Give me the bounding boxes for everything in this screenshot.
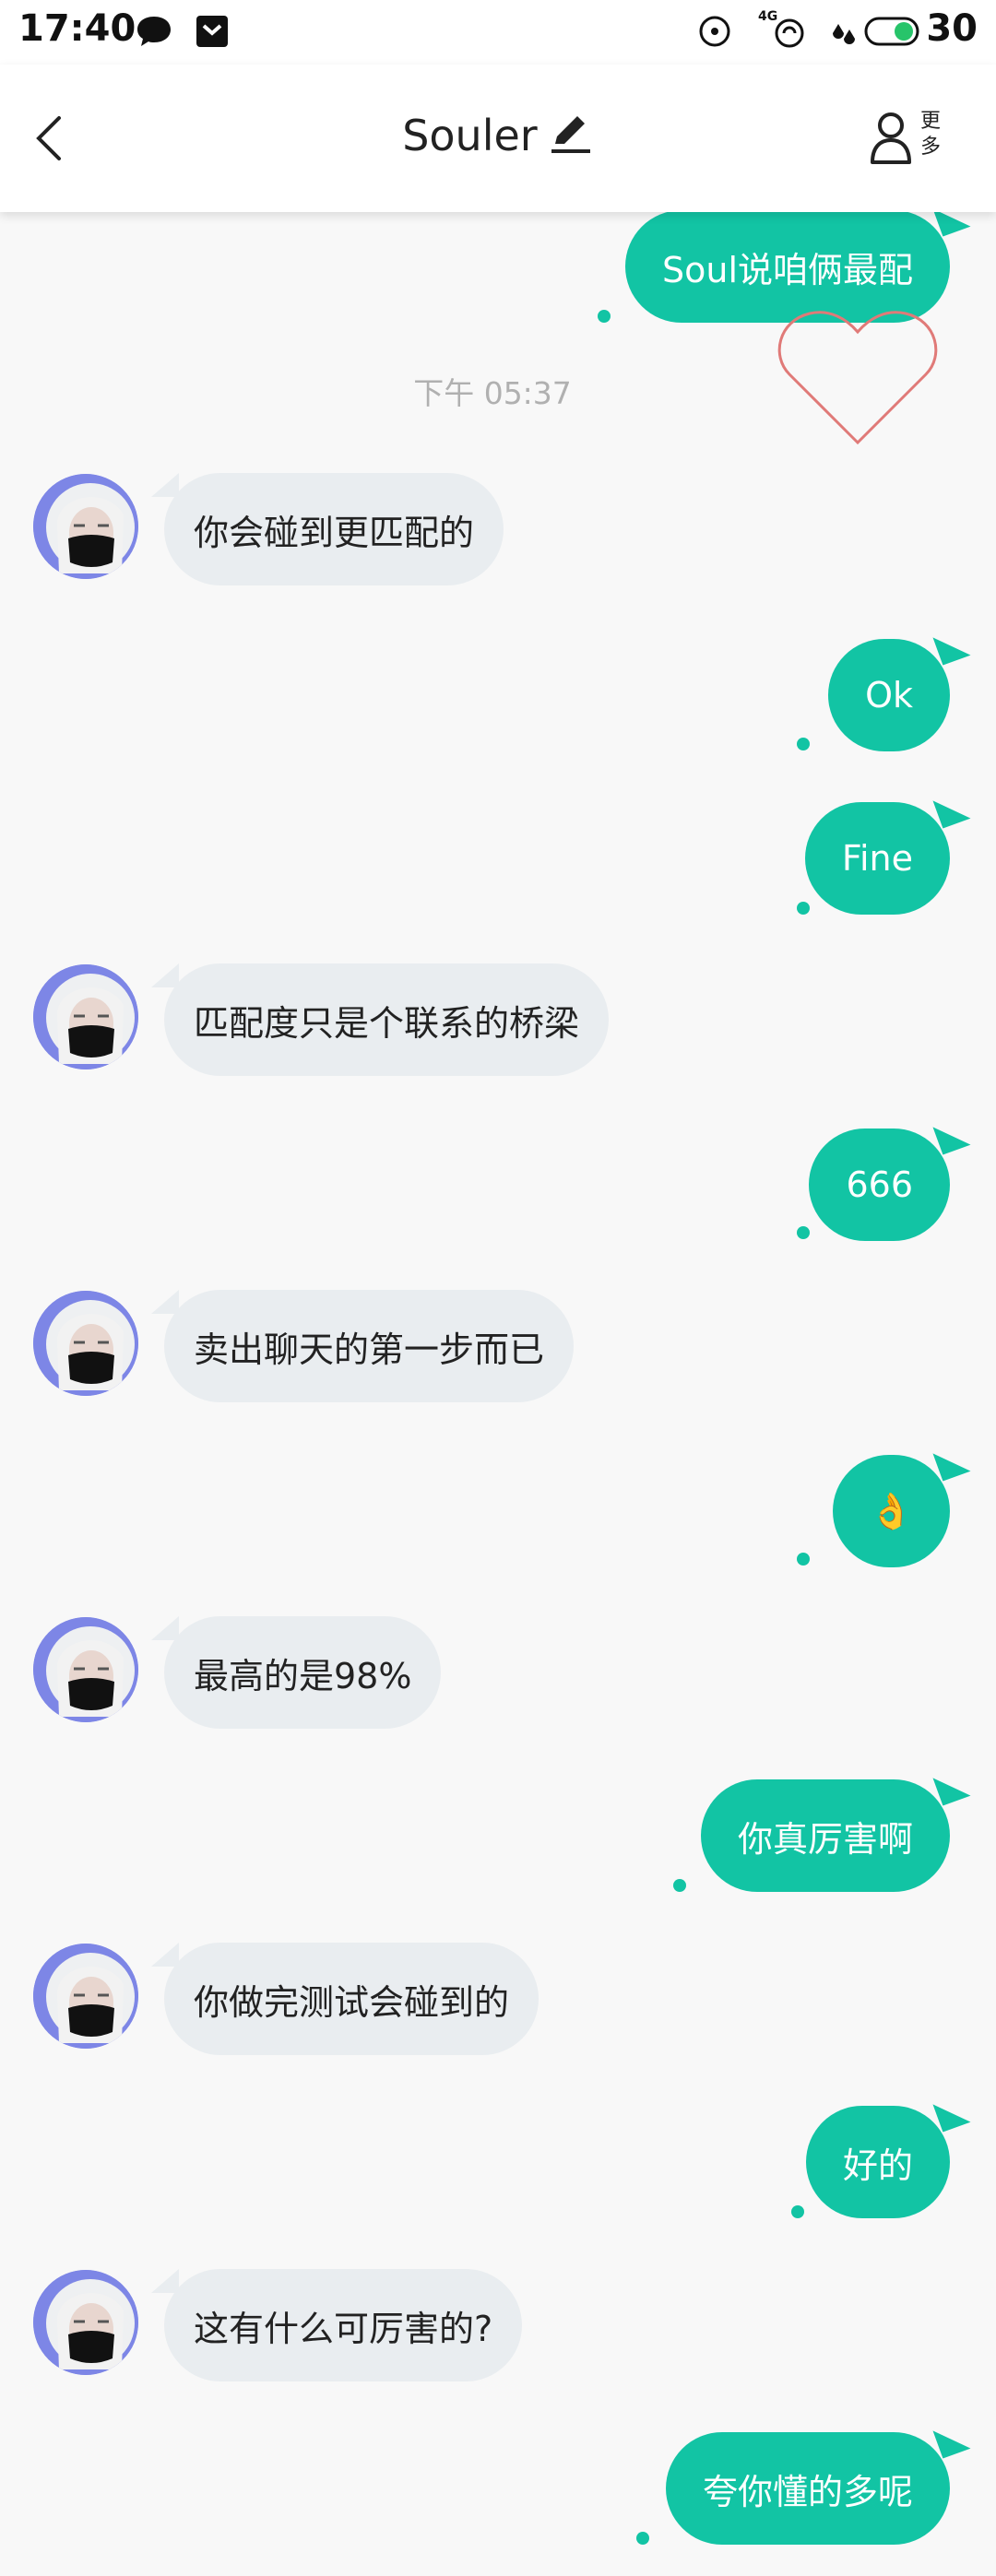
page-title[interactable]: Souler — [402, 111, 538, 160]
message-bubble-incoming[interactable]: 匹配度只是个联系的桥梁 — [150, 963, 610, 1076]
message-bubble-outgoing[interactable]: 好的 — [805, 2106, 950, 2218]
chat-header: Souler 更 多 — [0, 65, 996, 212]
message-bubble-outgoing[interactable]: Fine — [804, 802, 950, 915]
message-text: 卖出聊天的第一步而已 — [194, 1329, 545, 1370]
chat-area[interactable]: Soul说咱俩最配 下午 05:37 你会碰到更匹配的 Ok Fine 匹配度只… — [0, 210, 996, 2576]
battery-percent: 30 — [926, 7, 978, 50]
message-bubble-incoming[interactable]: 卖出聊天的第一步而已 — [150, 1290, 575, 1402]
ok-hand-emoji: 👌 — [869, 1490, 913, 1531]
target-icon — [696, 13, 733, 53]
read-dot — [797, 1553, 810, 1566]
message-text: 好的 — [842, 2145, 913, 2186]
read-dot — [797, 902, 810, 915]
battery-icon — [864, 13, 921, 53]
more-label: 更 多 — [919, 110, 941, 159]
network-4g-icon: 4G — [758, 7, 813, 55]
avatar[interactable] — [33, 1291, 138, 1396]
message-bubble-incoming[interactable]: 你会碰到更匹配的 — [150, 473, 504, 585]
message-bubble-outgoing[interactable]: 👌 — [832, 1455, 950, 1567]
message-text: 666 — [846, 1164, 913, 1205]
message-text: 最高的是98% — [194, 1655, 412, 1696]
avatar[interactable] — [33, 2270, 138, 2375]
message-text: 这有什么可厉害的? — [194, 2308, 493, 2349]
avatar[interactable] — [33, 474, 138, 579]
more-button[interactable]: 更 多 — [869, 109, 961, 173]
status-bar: 17:40 4G 30 — [0, 0, 996, 65]
read-dot — [791, 2205, 804, 2218]
read-dot — [673, 1879, 686, 1892]
message-text: Ok — [865, 675, 913, 715]
message-text: Fine — [841, 838, 913, 879]
avatar[interactable] — [33, 1617, 138, 1722]
data-arrows-icon — [825, 13, 859, 53]
message-bubble-incoming[interactable]: 这有什么可厉害的? — [150, 2269, 523, 2381]
message-text: 你会碰到更匹配的 — [194, 512, 475, 553]
read-dot — [797, 738, 810, 750]
avatar[interactable] — [33, 964, 138, 1069]
title-area: Souler — [0, 111, 996, 160]
svg-text:4G: 4G — [758, 9, 777, 24]
avatar[interactable] — [33, 1944, 138, 2049]
read-dot — [598, 310, 611, 323]
message-text: Soul说咱俩最配 — [661, 249, 913, 290]
timestamp: 下午 05:37 — [413, 375, 572, 411]
message-bubble-outgoing[interactable]: 夸你懂的多呢 — [665, 2432, 950, 2545]
profile-icon — [871, 112, 911, 164]
read-dot — [797, 1226, 810, 1239]
message-text: 匹配度只是个联系的桥梁 — [194, 1002, 580, 1044]
notification-box-icon — [194, 13, 231, 53]
message-text: 夸你懂的多呢 — [702, 2471, 913, 2512]
message-bubble-outgoing[interactable]: 你真厉害啊 — [700, 1779, 950, 1892]
edit-pencil-icon[interactable] — [548, 112, 594, 159]
chat-bubble-icon — [134, 13, 174, 53]
message-bubble-outgoing[interactable]: Ok — [828, 639, 950, 751]
message-text: 你真厉害啊 — [737, 1818, 913, 1860]
message-bubble-outgoing[interactable]: 666 — [809, 1128, 950, 1241]
message-bubble-incoming[interactable]: 你做完测试会碰到的 — [150, 1943, 540, 2055]
read-dot — [636, 2532, 649, 2545]
message-bubble-incoming[interactable]: 最高的是98% — [150, 1616, 442, 1729]
message-text: 你做完测试会碰到的 — [194, 1981, 510, 2023]
status-time: 17:40 — [18, 7, 136, 50]
